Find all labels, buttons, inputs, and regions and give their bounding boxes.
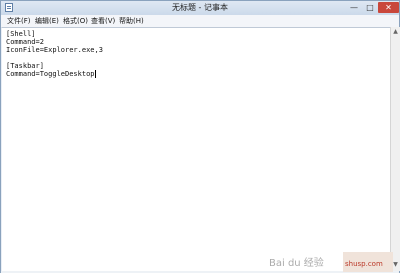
close-button[interactable]: ✕	[378, 2, 399, 13]
editor-line-last: Command=ToggleDesktop	[6, 70, 96, 78]
menu-help[interactable]: 帮助(H)	[119, 16, 144, 26]
menu-view[interactable]: 查看(V)	[91, 16, 115, 26]
window-title: 无标题 - 记事本	[172, 3, 228, 12]
minimize-button[interactable]: —	[346, 2, 362, 13]
menu-format[interactable]: 格式(O)	[63, 16, 88, 26]
editor-line: [Shell]	[6, 30, 36, 38]
editor-line: IconFile=Explorer.exe,3	[6, 46, 103, 54]
watermark-brand: Bai du 经验	[269, 258, 324, 269]
text-cursor	[94, 70, 96, 78]
menu-edit[interactable]: 编辑(E)	[35, 16, 59, 26]
watermark: Bai du 经验 shusp.com	[269, 252, 397, 272]
text-editor[interactable]: [Shell] Command=2 IconFile=Explorer.exe,…	[2, 27, 390, 272]
maximize-button[interactable]: □	[362, 2, 378, 13]
editor-line: Command=2	[6, 38, 44, 46]
editor-line: [Taskbar]	[6, 62, 44, 70]
editor-line-text: Command=ToggleDesktop	[6, 70, 95, 78]
titlebar[interactable]: 无标题 - 记事本 — □ ✕	[1, 1, 399, 15]
notepad-window: 无标题 - 记事本 — □ ✕ 文件(F) 编辑(E) 格式(O) 查看(V) …	[0, 0, 400, 273]
menu-file[interactable]: 文件(F)	[7, 16, 31, 26]
watermark-site-text: shusp.com	[345, 260, 383, 268]
watermark-site-badge: shusp.com	[343, 252, 393, 272]
chevron-up-icon[interactable]: ▲	[392, 28, 399, 36]
vertical-scrollbar[interactable]: ▲ ▼	[390, 27, 400, 271]
